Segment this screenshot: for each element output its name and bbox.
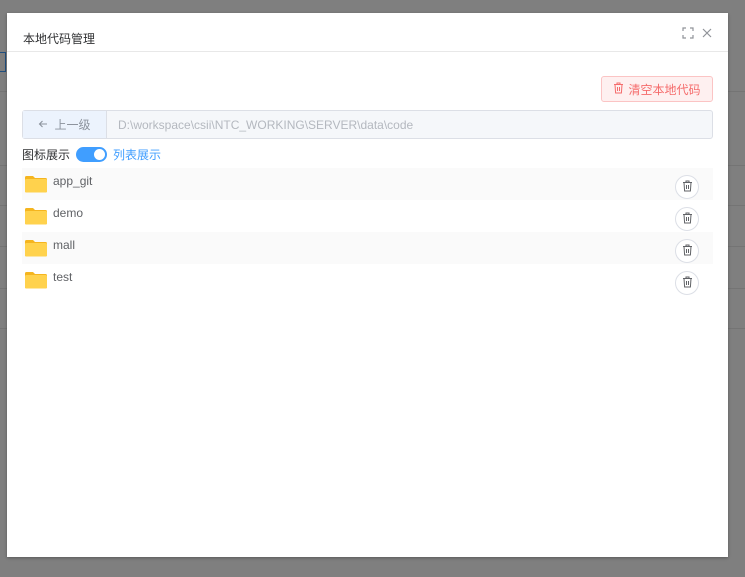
file-name[interactable]: demo xyxy=(53,206,83,220)
arrow-left-icon xyxy=(38,118,48,132)
trash-icon xyxy=(682,180,693,195)
delete-folder-button[interactable] xyxy=(675,175,699,199)
delete-folder-button[interactable] xyxy=(675,207,699,231)
file-row[interactable]: mall xyxy=(22,232,713,264)
parent-directory-button[interactable]: 上一级 xyxy=(23,111,107,138)
icon-view-label[interactable]: 图标展示 xyxy=(22,146,70,163)
trash-icon xyxy=(682,276,693,291)
clear-local-code-button[interactable]: 清空本地代码 xyxy=(601,76,713,102)
file-name[interactable]: test xyxy=(53,270,72,284)
close-icon[interactable] xyxy=(701,27,713,39)
trash-icon xyxy=(613,82,624,97)
folder-icon xyxy=(24,270,48,290)
trash-icon xyxy=(682,212,693,227)
list-view-label[interactable]: 列表展示 xyxy=(113,146,161,163)
path-bar: 上一级 xyxy=(22,110,713,139)
delete-folder-button[interactable] xyxy=(675,271,699,295)
view-mode-toggle: 图标展示 列表展示 xyxy=(22,145,161,163)
dialog-title: 本地代码管理 xyxy=(23,32,96,46)
file-row[interactable]: test xyxy=(22,264,713,296)
local-code-dialog: 本地代码管理 清空本地代码 上一级 D:\workspace\csii\NTC_… xyxy=(7,13,728,557)
file-row[interactable]: app_git xyxy=(22,168,713,200)
folder-icon xyxy=(24,206,48,226)
delete-folder-button[interactable] xyxy=(675,239,699,263)
file-row[interactable]: demo xyxy=(22,200,713,232)
folder-icon xyxy=(24,174,48,194)
trash-icon xyxy=(682,244,693,259)
dialog-header: 本地代码管理 xyxy=(7,13,728,52)
fullscreen-icon[interactable] xyxy=(682,27,694,39)
switch-knob xyxy=(94,148,106,160)
current-path-input[interactable] xyxy=(107,111,712,138)
folder-icon xyxy=(24,238,48,258)
file-name[interactable]: app_git xyxy=(53,174,92,188)
file-name[interactable]: mall xyxy=(53,238,75,252)
view-mode-switch[interactable] xyxy=(76,146,108,162)
file-list: app_gitdemo mall test xyxy=(22,168,713,296)
parent-directory-label: 上一级 xyxy=(54,118,91,132)
clear-button-label: 清空本地代码 xyxy=(628,82,701,97)
